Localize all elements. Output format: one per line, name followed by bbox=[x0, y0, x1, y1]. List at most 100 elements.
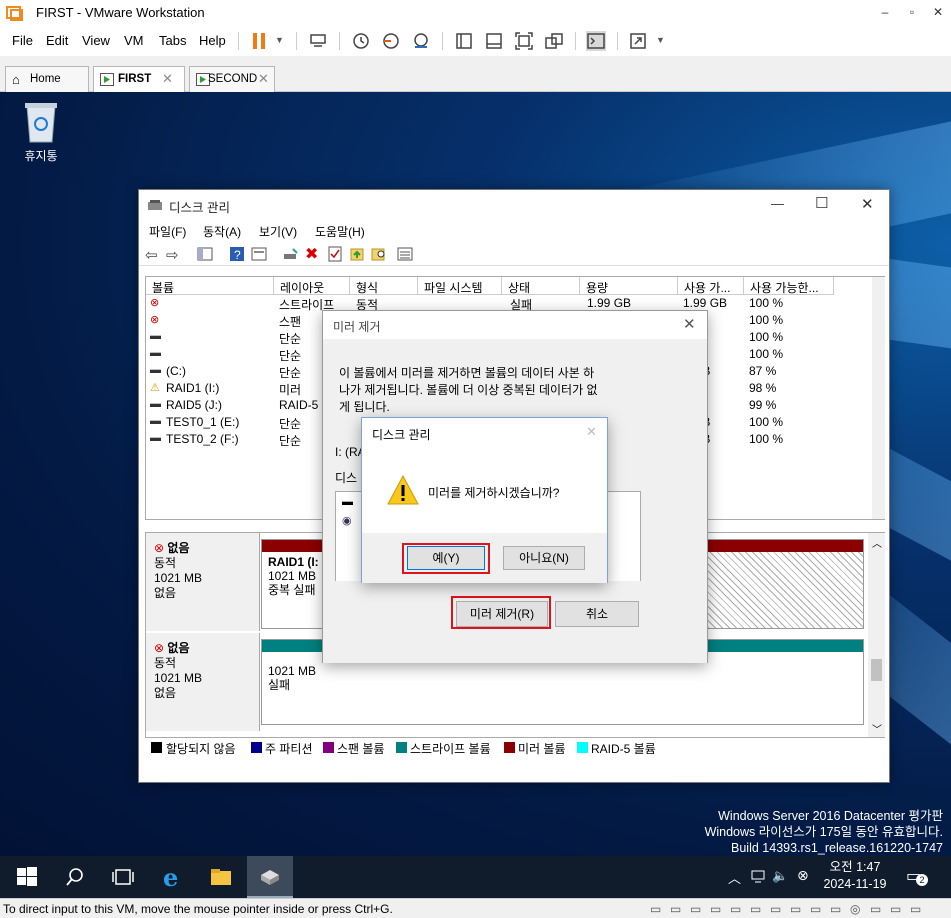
pause-icon[interactable] bbox=[250, 31, 270, 51]
back-icon[interactable]: ⇦ bbox=[145, 246, 161, 264]
dm-maximize-button[interactable]: ☐ bbox=[815, 194, 828, 212]
search-icon[interactable] bbox=[62, 864, 88, 890]
tab-first[interactable]: FIRST ✕ bbox=[93, 66, 185, 92]
hdd-icon[interactable]: ▭ bbox=[830, 902, 841, 916]
disk-a-label[interactable]: ⊗ 없음 동적 1021 MB 없음 bbox=[146, 533, 260, 631]
col-header-layout[interactable]: 레이아웃 bbox=[274, 277, 350, 295]
close-tab-icon[interactable]: ✕ bbox=[258, 71, 269, 87]
minimize-button[interactable]: – bbox=[877, 4, 893, 20]
terminal-icon[interactable] bbox=[586, 31, 606, 51]
col-header-status[interactable]: 상태 bbox=[502, 277, 580, 295]
col-header-volume[interactable]: 볼륨 bbox=[146, 277, 274, 295]
menu-vm[interactable]: VM bbox=[124, 33, 144, 48]
hdd-icon[interactable]: ▭ bbox=[710, 902, 721, 916]
menu-view[interactable]: View bbox=[82, 33, 110, 48]
usb-icon[interactable]: ▭ bbox=[910, 902, 921, 916]
network-adapter-icon[interactable]: ▭ bbox=[870, 902, 881, 916]
tray-expand-icon[interactable]: ︿ bbox=[728, 868, 741, 887]
dm-close-button[interactable]: ✕ bbox=[861, 195, 874, 213]
menu-edit[interactable]: Edit bbox=[46, 33, 68, 48]
highlight-box bbox=[451, 596, 551, 629]
cdrom-icon[interactable]: ◎ bbox=[850, 902, 860, 916]
dm-menu-file[interactable]: 파일(F) bbox=[149, 223, 186, 240]
start-icon[interactable] bbox=[14, 864, 40, 890]
remove-mirror-cancel-button[interactable]: 취소 bbox=[555, 601, 639, 627]
internet-explorer-icon[interactable]: e bbox=[160, 864, 186, 890]
maximize-button[interactable]: ▫ bbox=[904, 4, 920, 20]
console-view-icon[interactable] bbox=[484, 31, 504, 51]
volume-scrollbar[interactable] bbox=[872, 277, 885, 519]
confirm-close-button[interactable]: ✕ bbox=[586, 424, 597, 440]
hdd-icon[interactable]: ▭ bbox=[690, 902, 701, 916]
close-tab-icon[interactable]: ✕ bbox=[162, 71, 173, 87]
hdd-icon[interactable]: ▭ bbox=[750, 902, 761, 916]
upload-icon[interactable] bbox=[349, 246, 365, 262]
volume-muted-icon[interactable]: 🔈 bbox=[772, 868, 788, 884]
snapshot-icon[interactable] bbox=[351, 31, 371, 51]
console-tree-icon[interactable] bbox=[197, 246, 213, 262]
tab-first-label: FIRST bbox=[118, 73, 152, 85]
search-icon[interactable] bbox=[371, 246, 387, 262]
connect-disk-icon[interactable] bbox=[283, 246, 299, 262]
snapshot-manager-icon[interactable] bbox=[411, 31, 431, 51]
unity-icon[interactable] bbox=[544, 31, 564, 51]
stretch-icon[interactable] bbox=[628, 31, 648, 51]
list-view-icon[interactable] bbox=[397, 246, 413, 262]
display-icon[interactable]: ▭ bbox=[890, 902, 901, 916]
scroll-down-icon[interactable]: ﹀ bbox=[872, 721, 882, 736]
network-icon[interactable] bbox=[750, 870, 768, 884]
legend-label-unallocated: 할당되지 않음 bbox=[166, 742, 236, 756]
disk-pane-scrollbar[interactable]: ︿ ﹀ bbox=[868, 533, 885, 737]
menu-file[interactable]: File bbox=[12, 33, 33, 48]
disk-b-label[interactable]: ⊗ 없음 동적 1021 MB 없음 bbox=[146, 633, 260, 731]
dm-menu-help[interactable]: 도움말(H) bbox=[315, 223, 365, 240]
legend-swatch-striped bbox=[396, 742, 407, 753]
send-keys-icon[interactable] bbox=[308, 31, 328, 51]
dm-menu-action[interactable]: 동작(A) bbox=[203, 223, 241, 240]
fullscreen-icon[interactable] bbox=[514, 31, 534, 51]
col-header-type[interactable]: 형식 bbox=[350, 277, 418, 295]
hdd-icon[interactable]: ▭ bbox=[790, 902, 801, 916]
stretch-dropdown-icon[interactable]: ▼ bbox=[656, 35, 665, 45]
dm-menu-view[interactable]: 보기(V) bbox=[259, 223, 297, 240]
taskbar-disk-management[interactable] bbox=[247, 856, 293, 898]
delete-icon[interactable]: ✖ bbox=[305, 244, 321, 263]
hdd-icon[interactable]: ▭ bbox=[670, 902, 681, 916]
cell-pct: 100 % bbox=[749, 313, 784, 327]
scroll-up-icon[interactable]: ︿ bbox=[872, 535, 882, 550]
revert-snapshot-icon[interactable] bbox=[381, 31, 401, 51]
sidebar-view-icon[interactable] bbox=[454, 31, 474, 51]
pause-dropdown-icon[interactable]: ▼ bbox=[275, 35, 284, 45]
tab-second[interactable]: SECOND ✕ bbox=[189, 66, 275, 92]
disk-b-name: 없음 bbox=[167, 641, 190, 655]
close-window-button[interactable]: ✕ bbox=[930, 4, 946, 20]
clock[interactable]: 오전 1:47 2024-11-19 bbox=[820, 859, 890, 893]
no-button[interactable]: 아니요(N) bbox=[503, 546, 585, 570]
recycle-bin[interactable]: 휴지통 bbox=[16, 100, 66, 164]
hdd-icon[interactable]: ▭ bbox=[650, 902, 661, 916]
forward-icon[interactable]: ⇨ bbox=[166, 246, 182, 264]
remove-mirror-close-button[interactable]: ✕ bbox=[683, 315, 696, 333]
col-header-capacity[interactable]: 용량 bbox=[580, 277, 678, 295]
volume-name: TEST0_1 (E:) bbox=[166, 415, 240, 429]
hdd-icon[interactable]: ▭ bbox=[810, 902, 821, 916]
col-header-filesystem[interactable]: 파일 시스템 bbox=[418, 277, 502, 295]
confirm-dialog: 디스크 관리 ✕ 미러를 제거하시겠습니까? 예(Y) 아니요(N) bbox=[361, 417, 608, 583]
notification-blocked-icon[interactable]: ⊗ bbox=[797, 867, 809, 884]
menu-tabs[interactable]: Tabs bbox=[159, 33, 186, 48]
tab-home[interactable]: ⌂ Home bbox=[5, 66, 89, 92]
properties-icon[interactable] bbox=[251, 246, 267, 262]
task-view-icon[interactable] bbox=[110, 864, 136, 890]
hdd-icon[interactable]: ▭ bbox=[770, 902, 781, 916]
col-header-free[interactable]: 사용 가... bbox=[678, 277, 744, 295]
action-center-icon[interactable]: ▭ 2 bbox=[906, 866, 928, 886]
menu-help[interactable]: Help bbox=[199, 33, 226, 48]
hdd-icon[interactable]: ▭ bbox=[730, 902, 741, 916]
col-header-free-pct[interactable]: 사용 가능한... bbox=[744, 277, 834, 295]
checklist-icon[interactable] bbox=[327, 246, 343, 262]
help-icon[interactable]: ? bbox=[229, 246, 245, 262]
dm-minimize-button[interactable]: — bbox=[771, 196, 784, 211]
legend-label-raid5: RAID-5 볼륨 bbox=[591, 742, 656, 756]
file-explorer-icon[interactable] bbox=[208, 864, 234, 890]
statusbar-hint: To direct input to this VM, move the mou… bbox=[3, 902, 393, 916]
